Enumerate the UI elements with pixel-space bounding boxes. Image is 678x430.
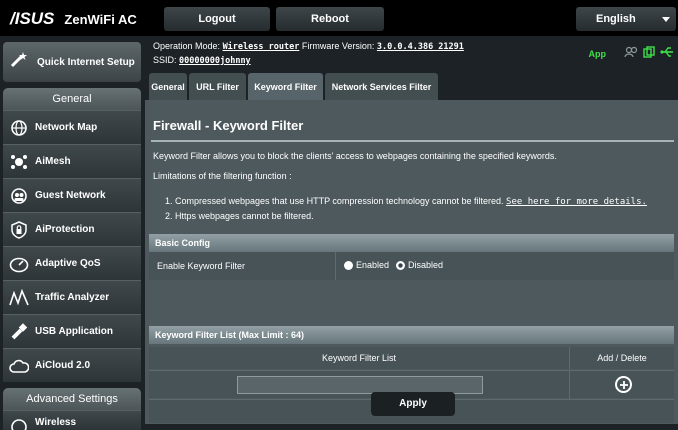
basic-config-header: Basic Config — [149, 234, 674, 252]
sidebar-item-label: AiProtection — [35, 224, 95, 235]
reboot-button[interactable]: Reboot — [276, 7, 384, 31]
quick-setup-label: Quick Internet Setup — [37, 56, 135, 68]
limitation-1: 1. Compressed webpages that use HTTP com… — [165, 196, 647, 207]
tab-url-filter[interactable]: URL Filter — [189, 73, 246, 100]
app-link[interactable]: App — [589, 48, 607, 61]
enable-keyword-filter-label: Enable Keyword Filter — [157, 261, 246, 271]
sidebar-item-label: Network Map — [35, 122, 98, 133]
ssid-label: SSID: — [153, 55, 177, 65]
status-icons — [624, 46, 674, 62]
sidebar-item-guest-network[interactable]: Guest Network — [3, 178, 141, 212]
main-area: Operation Mode: Wireless router Firmware… — [145, 36, 678, 424]
advanced-menu: Wireless — [3, 410, 141, 430]
column-divider — [569, 371, 570, 399]
keyword-column-header: Keyword Filter List — [321, 353, 397, 363]
sidebar-item-usb-application[interactable]: USB Application — [3, 314, 141, 348]
operation-mode-label: Operation Mode: — [153, 41, 221, 51]
sidebar-item-label: USB Application — [35, 326, 113, 337]
top-bar: /ISUS ZenWiFi AC Logout Reboot English — [0, 0, 678, 36]
enabled-label: Enabled — [356, 260, 390, 270]
globe-network-icon — [9, 118, 29, 138]
operation-mode-link[interactable]: Wireless router — [223, 42, 300, 52]
speedometer-icon — [9, 254, 29, 274]
column-divider — [335, 252, 336, 280]
keyword-table-header: Keyword Filter List Add / Delete — [149, 347, 674, 369]
add-keyword-button[interactable] — [615, 376, 632, 393]
sidebar-item-traffic-analyzer[interactable]: Traffic Analyzer — [3, 280, 141, 314]
tab-keyword-filter[interactable]: Keyword Filter — [248, 73, 323, 100]
tab-network-services-filter[interactable]: Network Services Filter — [325, 73, 438, 100]
sidebar: Quick Internet Setup General Network Map… — [0, 36, 145, 430]
content-panel: Firewall - Keyword Filter Keyword Filter… — [145, 100, 678, 424]
enable-keyword-filter-row: Enable Keyword Filter Enabled Disabled — [149, 252, 674, 280]
sidebar-item-network-map[interactable]: Network Map — [3, 110, 141, 144]
sidebar-item-label: Traffic Analyzer — [35, 292, 110, 303]
quick-internet-setup-button[interactable]: Quick Internet Setup — [3, 42, 141, 82]
limitation-1-text: 1. Compressed webpages that use HTTP com… — [165, 196, 504, 206]
tab-bar: General URL Filter Keyword Filter Networ… — [145, 70, 678, 100]
title-divider — [151, 140, 674, 142]
general-menu: Network Map AiMesh Guest Network AiProte… — [3, 110, 141, 382]
asus-logo: /ISUS — [10, 9, 55, 28]
logout-button[interactable]: Logout — [164, 7, 270, 31]
page-title: Firewall - Keyword Filter — [153, 118, 304, 133]
advanced-settings-title: Advanced Settings — [3, 388, 141, 410]
chevron-down-icon — [662, 17, 670, 22]
enabled-radio[interactable] — [344, 260, 353, 270]
disabled-radio[interactable] — [396, 260, 406, 270]
usb-status-icon[interactable] — [660, 46, 674, 62]
sidebar-item-label: Wireless — [35, 417, 77, 428]
status-bar: Operation Mode: Wireless router Firmware… — [145, 36, 678, 70]
sidebar-item-aimesh[interactable]: AiMesh — [3, 144, 141, 178]
aimesh-icon — [9, 152, 29, 172]
keyword-list-header: Keyword Filter List (Max Limit : 64) — [149, 326, 674, 344]
sidebar-item-adaptive-qos[interactable]: Adaptive QoS — [3, 246, 141, 280]
traffic-analyzer-icon — [9, 288, 29, 308]
language-select[interactable]: English — [576, 7, 676, 31]
plus-icon — [619, 380, 628, 389]
firmware-label: Firmware Version: — [301, 41, 375, 51]
apply-button[interactable]: Apply — [371, 392, 455, 416]
limitations-title: Limitations of the filtering function : — [153, 171, 292, 181]
language-label: English — [596, 13, 636, 25]
sidebar-item-label: Guest Network — [35, 190, 106, 201]
cloud-icon — [9, 356, 29, 376]
guest-network-icon — [9, 186, 29, 206]
sidebar-item-aiprotection[interactable]: AiProtection — [3, 212, 141, 246]
more-details-link[interactable]: See here for more details. — [506, 197, 647, 207]
tab-general[interactable]: General — [149, 73, 187, 100]
usb-icon — [9, 322, 29, 342]
clients-icon[interactable] — [624, 46, 638, 62]
brand: /ISUS ZenWiFi AC — [10, 9, 137, 29]
lock-shield-icon — [9, 220, 29, 240]
add-delete-column-header: Add / Delete — [597, 353, 647, 363]
limitation-2: 2. Https webpages cannot be filtered. — [165, 211, 314, 221]
general-section-title: General — [3, 88, 141, 110]
sidebar-item-label: AiCloud 2.0 — [35, 360, 91, 371]
copy-icon[interactable] — [643, 46, 655, 62]
wand-icon — [9, 50, 29, 75]
ssid-link[interactable]: 00000000johnny — [179, 56, 251, 66]
page-description: Keyword Filter allows you to block the c… — [153, 151, 557, 161]
firmware-link[interactable]: 3.0.0.4.386_21291 — [377, 42, 464, 52]
sidebar-item-aicloud[interactable]: AiCloud 2.0 — [3, 348, 141, 382]
sidebar-item-label: AiMesh — [35, 156, 71, 167]
sidebar-item-label: Adaptive QoS — [35, 258, 101, 269]
model-name: ZenWiFi AC — [64, 11, 137, 27]
enable-radio-group: Enabled Disabled — [344, 260, 443, 270]
sidebar-item-wireless[interactable]: Wireless — [3, 410, 141, 430]
disabled-label: Disabled — [408, 260, 444, 270]
